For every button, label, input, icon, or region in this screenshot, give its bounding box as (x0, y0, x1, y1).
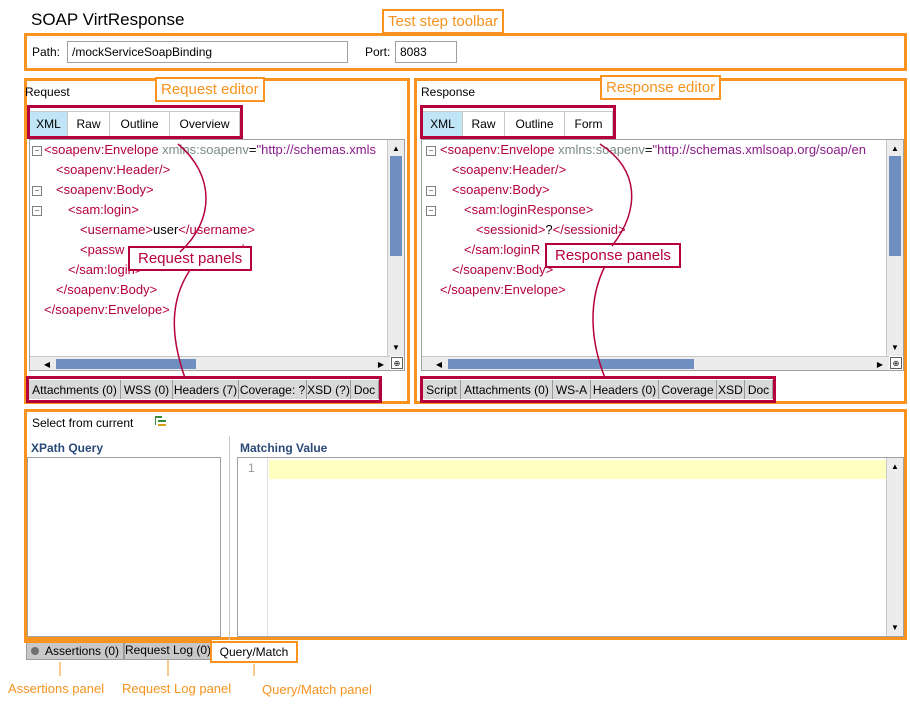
annotation-connectors (59, 143, 633, 676)
